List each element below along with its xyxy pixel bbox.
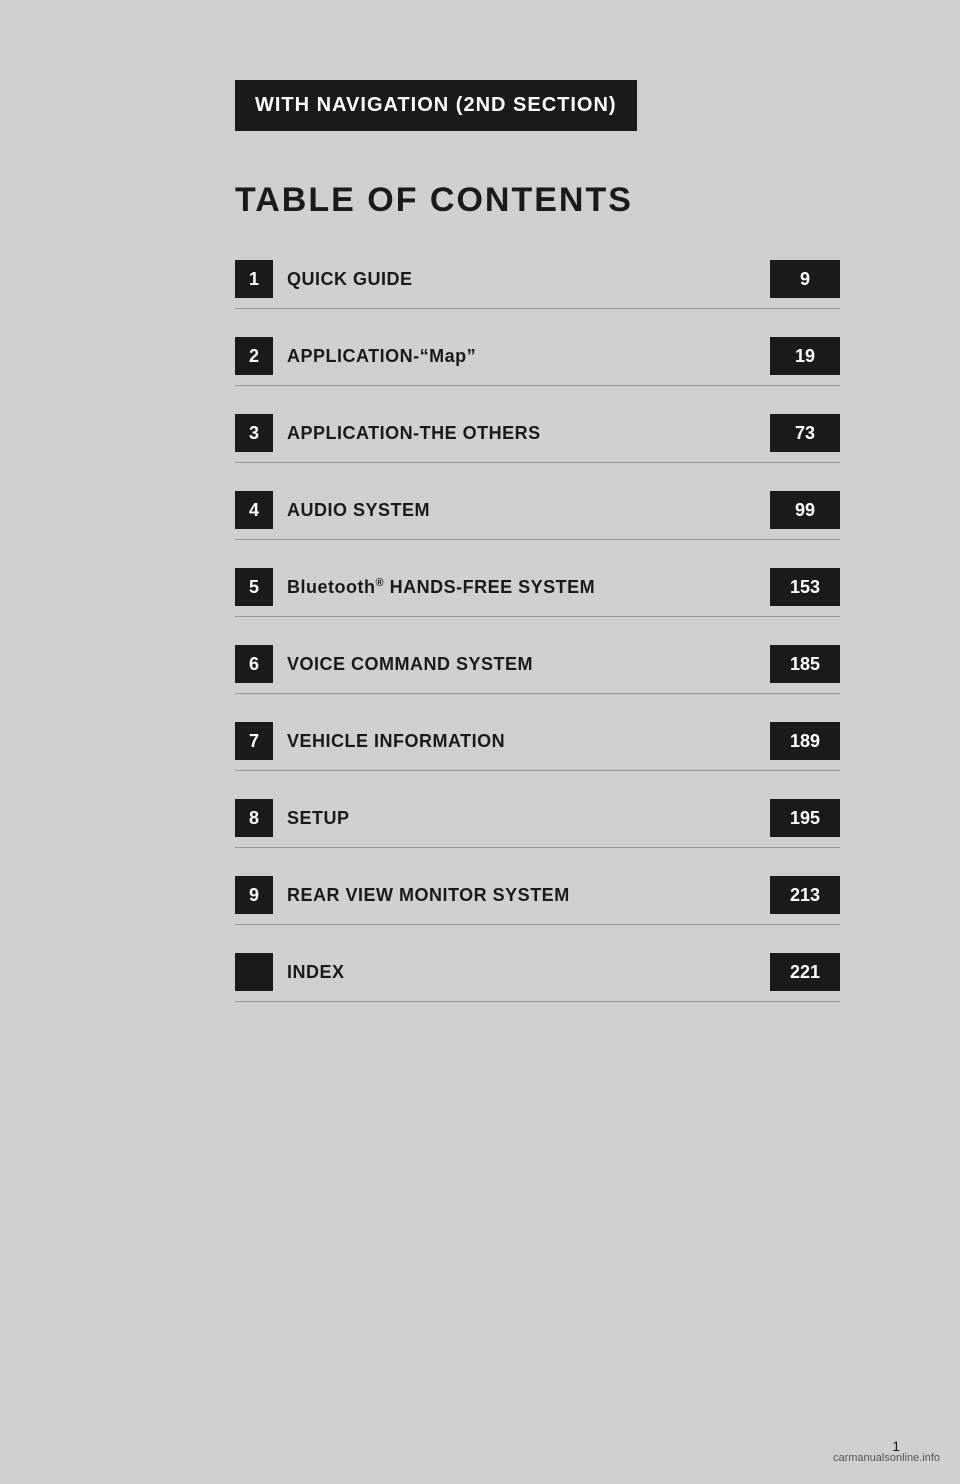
toc-label-8: SETUP	[287, 808, 760, 829]
toc-row-6: 6 VOICE COMMAND SYSTEM 185	[235, 645, 840, 694]
toc-page-3: 73	[770, 414, 840, 452]
toc-page-6: 185	[770, 645, 840, 683]
toc-label-4: AUDIO SYSTEM	[287, 500, 760, 521]
toc-row-4: 4 AUDIO SYSTEM 99	[235, 491, 840, 540]
toc-page-5: 153	[770, 568, 840, 606]
toc-number-2: 2	[235, 337, 273, 375]
toc-row-8: 8 SETUP 195	[235, 799, 840, 848]
table-title: TABLE OF CONTENTS	[235, 181, 900, 220]
toc-label-5: Bluetooth® HANDS-FREE SYSTEM	[287, 577, 760, 598]
toc-number-index	[235, 953, 273, 991]
toc-page-index: 221	[770, 953, 840, 991]
toc-page-1: 9	[770, 260, 840, 298]
toc-number-9: 9	[235, 876, 273, 914]
toc-label-7: VEHICLE INFORMATION	[287, 731, 760, 752]
toc-container: 1 QUICK GUIDE 9 2 APPLICATION-“Map” 19 3…	[235, 260, 840, 1002]
toc-row-1: 1 QUICK GUIDE 9	[235, 260, 840, 309]
toc-page-2: 19	[770, 337, 840, 375]
toc-number-8: 8	[235, 799, 273, 837]
toc-row-9: 9 REAR VIEW MONITOR SYSTEM 213	[235, 876, 840, 925]
toc-row-2: 2 APPLICATION-“Map” 19	[235, 337, 840, 386]
page: WITH NAVIGATION (2ND SECTION) TABLE OF C…	[0, 0, 960, 1484]
toc-row-7: 7 VEHICLE INFORMATION 189	[235, 722, 840, 771]
header-banner-text: WITH NAVIGATION (2ND SECTION)	[255, 94, 617, 116]
toc-label-2: APPLICATION-“Map”	[287, 346, 760, 367]
toc-page-7: 189	[770, 722, 840, 760]
toc-number-6: 6	[235, 645, 273, 683]
toc-page-4: 99	[770, 491, 840, 529]
toc-row-index: INDEX 221	[235, 953, 840, 1002]
toc-label-1: QUICK GUIDE	[287, 269, 760, 290]
toc-number-4: 4	[235, 491, 273, 529]
toc-label-9: REAR VIEW MONITOR SYSTEM	[287, 885, 760, 906]
header-banner: WITH NAVIGATION (2ND SECTION)	[235, 80, 637, 131]
toc-number-5: 5	[235, 568, 273, 606]
toc-label-index: INDEX	[287, 962, 760, 983]
toc-page-9: 213	[770, 876, 840, 914]
toc-number-1: 1	[235, 260, 273, 298]
toc-number-7: 7	[235, 722, 273, 760]
toc-row-3: 3 APPLICATION-THE OTHERS 73	[235, 414, 840, 463]
toc-page-8: 195	[770, 799, 840, 837]
toc-label-6: VOICE COMMAND SYSTEM	[287, 654, 760, 675]
toc-row-5: 5 Bluetooth® HANDS-FREE SYSTEM 153	[235, 568, 840, 617]
toc-number-3: 3	[235, 414, 273, 452]
watermark: carmanualsonline.info	[833, 1452, 940, 1464]
toc-label-3: APPLICATION-THE OTHERS	[287, 423, 760, 444]
